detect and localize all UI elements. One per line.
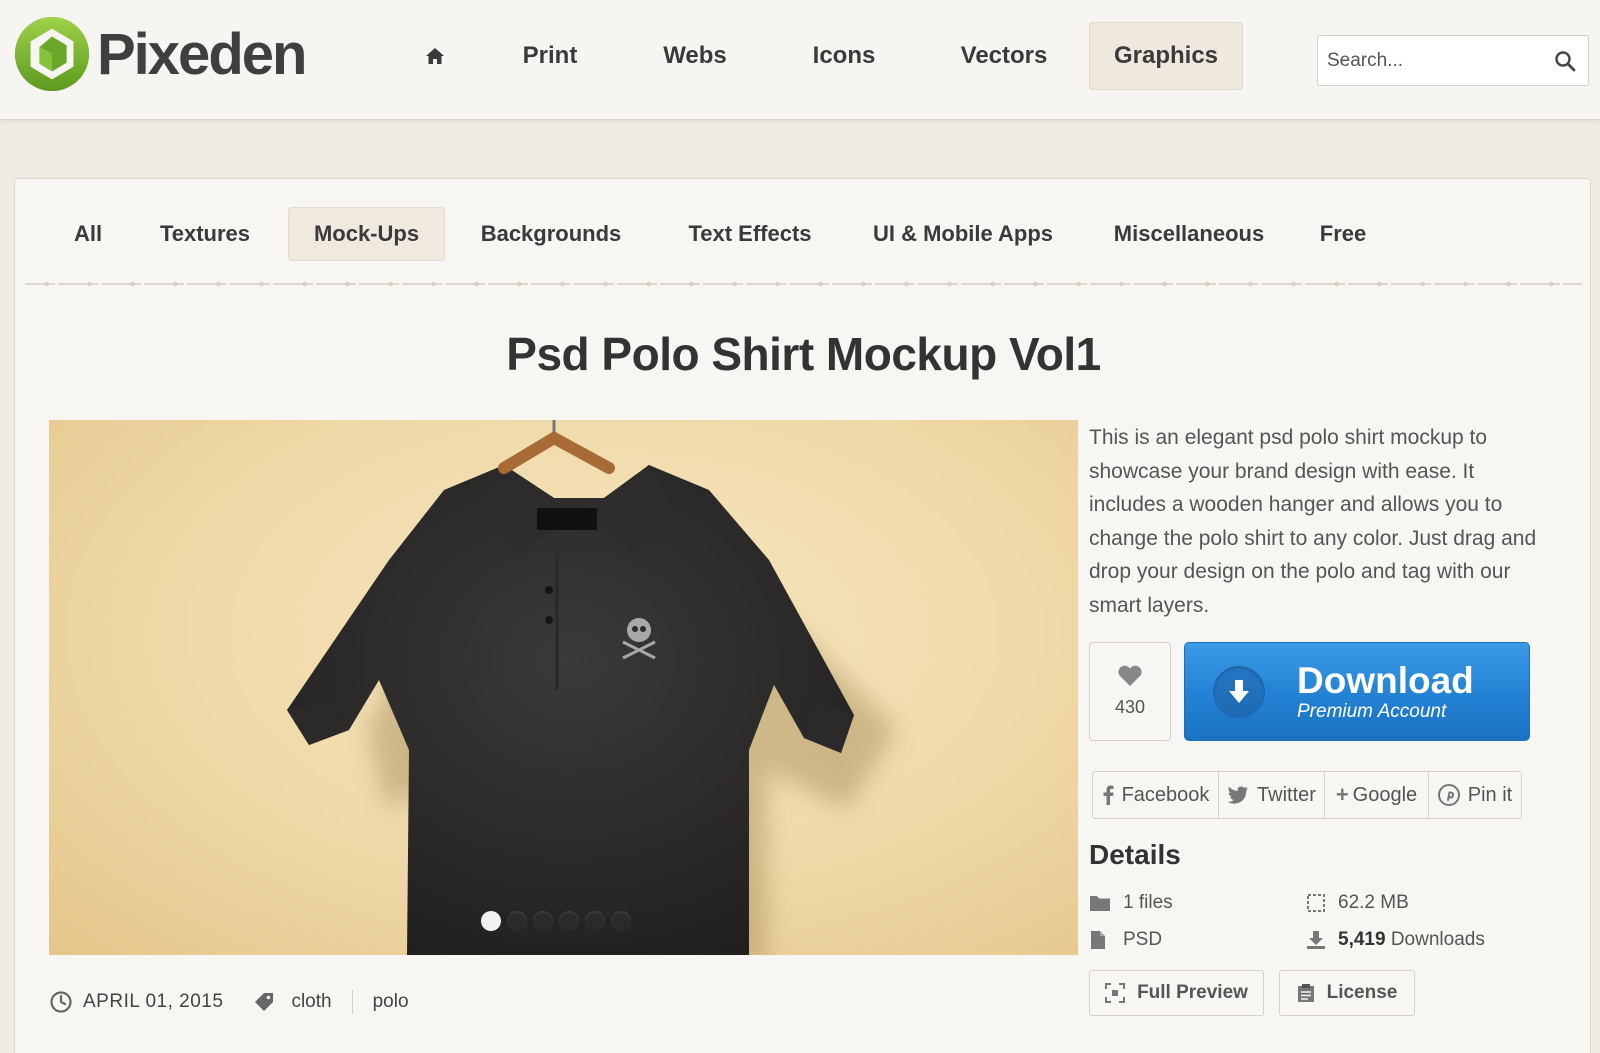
google-plus-icon: + <box>1335 782 1349 807</box>
category-ui-mobile-apps[interactable]: UI & Mobile Apps <box>843 207 1083 261</box>
carousel-dot-2[interactable] <box>507 911 527 931</box>
download-subtitle: Premium Account <box>1297 700 1447 722</box>
tag-list: cloth polo <box>253 990 409 1014</box>
product-preview-image[interactable] <box>49 420 1078 955</box>
nav-vectors[interactable]: Vectors <box>923 22 1085 90</box>
download-count-icon <box>1307 931 1325 949</box>
detail-files: 1 files <box>1089 892 1173 914</box>
download-title: Download <box>1297 659 1474 701</box>
logo-text: Pixeden <box>97 21 307 87</box>
carousel-dot-6[interactable] <box>611 911 631 931</box>
search-input[interactable] <box>1318 49 1543 72</box>
nav-print[interactable]: Print <box>475 22 625 90</box>
download-text: Download Premium Account <box>1297 659 1474 723</box>
full-preview-label: Full Preview <box>1137 982 1248 1003</box>
search-box <box>1317 35 1589 86</box>
download-button[interactable]: Download Premium Account <box>1184 642 1530 741</box>
nav-graphics[interactable]: Graphics <box>1089 22 1243 90</box>
share-facebook-button[interactable]: Facebook <box>1093 772 1219 818</box>
carousel-dot-5[interactable] <box>585 911 605 931</box>
folder-icon <box>1090 896 1110 911</box>
site-logo[interactable]: Pixeden <box>13 14 307 94</box>
tag-cloth[interactable]: cloth <box>291 991 331 1013</box>
category-text-effects[interactable]: Text Effects <box>657 207 843 261</box>
facebook-label: Facebook <box>1121 783 1210 806</box>
downloads-count-wrap: 5,419 Downloads <box>1338 929 1485 951</box>
file-format: PSD <box>1123 929 1163 950</box>
page-title: Psd Polo Shirt Mockup Vol1 <box>506 328 1101 380</box>
tag-separator <box>351 990 353 1014</box>
twitter-label: Twitter <box>1257 783 1316 806</box>
file-icon <box>1091 931 1105 949</box>
tag-polo[interactable]: polo <box>373 991 409 1013</box>
date-text: APRIL 01, 2015 <box>83 991 224 1012</box>
license-label: License <box>1326 982 1398 1003</box>
details-heading: Details <box>1089 839 1181 870</box>
social-share-bar: Facebook Twitter + Google Pin it <box>1092 771 1522 819</box>
polo-shirt-illustration <box>287 420 897 955</box>
detail-downloads: 5,419 Downloads <box>1306 929 1485 951</box>
carousel-dots <box>481 911 631 931</box>
detail-format: PSD <box>1089 929 1162 951</box>
license-button[interactable]: License <box>1279 970 1415 1016</box>
category-free[interactable]: Free <box>1295 207 1391 261</box>
facebook-icon <box>1103 785 1114 805</box>
google-label: Google <box>1352 783 1418 806</box>
like-button[interactable]: 430 <box>1089 642 1171 741</box>
filesize-icon <box>1307 894 1325 912</box>
like-count: 430 <box>1114 697 1146 717</box>
site-header: Pixeden Print Webs Icons Vectors Graphic… <box>0 0 1600 120</box>
share-google-button[interactable]: + Google <box>1325 772 1429 818</box>
stitched-divider <box>25 280 1582 288</box>
category-nav: All Textures Mock-Ups Backgrounds Text E… <box>54 207 1391 261</box>
fullscreen-icon <box>1105 983 1126 1003</box>
carousel-dot-3[interactable] <box>533 911 553 931</box>
content-card: All Textures Mock-Ups Backgrounds Text E… <box>14 178 1591 1053</box>
clock-icon <box>50 991 72 1013</box>
meta-row: APRIL 01, 2015 cloth polo <box>49 987 409 1017</box>
full-preview-button[interactable]: Full Preview <box>1089 970 1264 1016</box>
heart-icon <box>1118 665 1142 686</box>
category-mock-ups[interactable]: Mock-Ups <box>288 207 445 261</box>
share-twitter-button[interactable]: Twitter <box>1219 772 1325 818</box>
pixeden-logo-icon <box>14 16 90 92</box>
category-miscellaneous[interactable]: Miscellaneous <box>1083 207 1295 261</box>
pinterest-label: Pin it <box>1467 783 1513 806</box>
carousel-dot-4[interactable] <box>559 911 579 931</box>
product-description: This is an elegant psd polo shirt mockup… <box>1089 426 1537 617</box>
file-size: 62.2 MB <box>1338 892 1409 913</box>
files-count: 1 files <box>1123 892 1173 913</box>
share-pinterest-button[interactable]: Pin it <box>1429 772 1521 818</box>
publish-date: APRIL 01, 2015 <box>49 990 223 1014</box>
nav-webs[interactable]: Webs <box>625 22 765 90</box>
nav-home[interactable] <box>395 22 475 90</box>
carousel-dot-1[interactable] <box>481 911 501 931</box>
category-all[interactable]: All <box>54 207 122 261</box>
downloads-count: 5,419 <box>1338 929 1386 950</box>
category-backgrounds[interactable]: Backgrounds <box>445 207 657 261</box>
pinterest-icon <box>1437 784 1460 806</box>
category-textures[interactable]: Textures <box>122 207 288 261</box>
tag-icon <box>255 993 274 1011</box>
downloads-label: Downloads <box>1390 929 1485 950</box>
detail-size: 62.2 MB <box>1306 892 1409 914</box>
main-nav: Print Webs Icons Vectors Graphics <box>395 22 1243 90</box>
nav-icons[interactable]: Icons <box>765 22 923 90</box>
clipboard-icon <box>1297 984 1314 1002</box>
home-icon <box>426 48 444 64</box>
download-arrow-icon <box>1213 665 1265 718</box>
twitter-icon <box>1227 786 1249 804</box>
search-icon[interactable] <box>1554 50 1576 72</box>
